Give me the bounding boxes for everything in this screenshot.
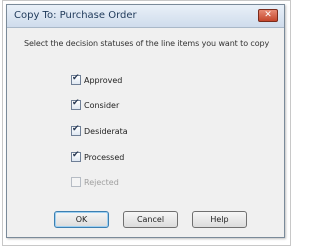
- checkbox-box[interactable]: [71, 98, 81, 110]
- checkbox-label: Approved: [84, 75, 123, 85]
- checkbox-box: [71, 177, 81, 187]
- checkbox-label: Desiderata: [84, 126, 128, 136]
- checkbox-approved[interactable]: Approved: [71, 73, 122, 87]
- dialog-title: Copy To: Purchase Order: [14, 10, 137, 21]
- close-button[interactable]: ✕: [258, 9, 278, 22]
- checkbox-processed[interactable]: Processed: [71, 150, 124, 164]
- checkbox-box[interactable]: [71, 150, 81, 162]
- checkbox-consider[interactable]: Consider: [71, 98, 119, 112]
- checkbox-desiderata[interactable]: Desiderata: [71, 124, 128, 138]
- close-icon: ✕: [264, 10, 272, 20]
- cancel-button[interactable]: Cancel: [123, 211, 178, 228]
- help-button[interactable]: Help: [192, 211, 247, 228]
- title-bar: Copy To: Purchase Order ✕: [7, 5, 284, 28]
- checkbox-rejected: Rejected: [71, 175, 119, 189]
- checkbox-box[interactable]: [71, 124, 81, 136]
- checkbox-label: Rejected: [84, 177, 119, 187]
- instruction-text: Select the decision statuses of the line…: [24, 39, 270, 48]
- checkbox-box[interactable]: [71, 73, 81, 85]
- checkbox-label: Processed: [84, 152, 125, 162]
- copy-to-dialog: Copy To: Purchase Order ✕ Select the dec…: [6, 4, 285, 238]
- ok-button[interactable]: OK: [54, 211, 109, 228]
- checkbox-label: Consider: [84, 100, 120, 110]
